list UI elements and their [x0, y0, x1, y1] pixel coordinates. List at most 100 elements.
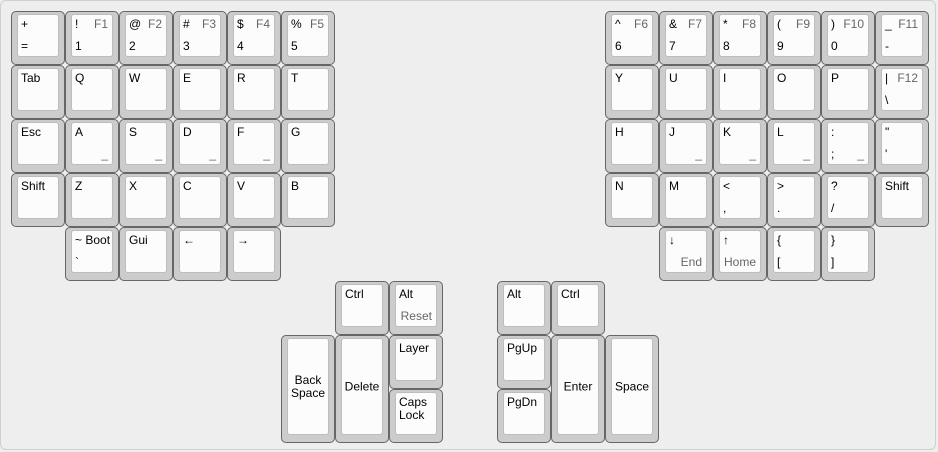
key-o[interactable]: O	[767, 65, 821, 119]
key-enter[interactable]: Enter	[551, 335, 605, 443]
key-tilde[interactable]: ~ Boot `	[65, 227, 119, 281]
key-label-tl: ↓	[669, 233, 675, 247]
key-e[interactable]: E	[173, 65, 227, 119]
key-label-tl: Shift	[885, 179, 910, 193]
key-label-bl: 0	[831, 39, 838, 53]
keycap: Shift	[881, 176, 923, 219]
key-label-tl: N	[615, 179, 624, 193]
key-label-tl: Alt	[507, 287, 522, 301]
key-1[interactable]: ! F1 1	[65, 11, 119, 65]
key-pgdn[interactable]: PgDn	[497, 389, 551, 443]
key-u[interactable]: U	[659, 65, 713, 119]
key-a[interactable]: A _	[65, 119, 119, 173]
keycap: K _	[719, 122, 761, 165]
key-label-br: Reset	[400, 309, 432, 323]
key-backspace[interactable]: Back Space	[281, 335, 335, 443]
key-plus[interactable]: + =	[11, 11, 65, 65]
key-d[interactable]: D _	[173, 119, 227, 173]
key-g[interactable]: G	[281, 119, 335, 173]
key-comma[interactable]: <,	[713, 173, 767, 227]
key-label-tlm: Layer	[399, 341, 430, 355]
keycap: B	[287, 176, 329, 219]
key-label-tl: M	[669, 179, 679, 193]
key-r[interactable]: R	[227, 65, 281, 119]
key-delete[interactable]: Delete	[335, 335, 389, 443]
key-alt-left[interactable]: Alt Reset	[389, 281, 443, 335]
key-label-tl: (	[777, 17, 781, 31]
key-x[interactable]: X	[119, 173, 173, 227]
key-minus[interactable]: _ F11-	[875, 11, 929, 65]
key-7[interactable]: & F7 7	[659, 11, 713, 65]
key-pgup[interactable]: PgUp	[497, 335, 551, 389]
key-9[interactable]: (F9 9	[767, 11, 821, 65]
keycap: :; _	[827, 122, 869, 165]
key-arrow-down[interactable]: ↓ End	[659, 227, 713, 281]
key-ctrl-left[interactable]: Ctrl	[335, 281, 389, 335]
key-2[interactable]: @ F2 2	[119, 11, 173, 65]
key-label-tl: Ctrl	[345, 287, 364, 301]
key-v[interactable]: V	[227, 173, 281, 227]
key-tab[interactable]: Tab	[11, 65, 65, 119]
key-i[interactable]: I	[713, 65, 767, 119]
key-slash[interactable]: ? /	[821, 173, 875, 227]
key-label-tl: &	[669, 17, 678, 31]
key-k[interactable]: K _	[713, 119, 767, 173]
key-w[interactable]: W	[119, 65, 173, 119]
keycap: ←	[179, 230, 221, 273]
key-z[interactable]: Z	[65, 173, 119, 227]
key-alt-right[interactable]: Alt	[497, 281, 551, 335]
key-f[interactable]: F _	[227, 119, 281, 173]
keycap: @ F2 2	[125, 14, 167, 57]
key-label-tr: F1	[93, 17, 108, 31]
key-space[interactable]: Space	[605, 335, 659, 443]
key-6[interactable]: ^ F6 6	[605, 11, 659, 65]
key-gui[interactable]: Gui	[119, 227, 173, 281]
key-esc[interactable]: Esc	[11, 119, 65, 173]
key-t[interactable]: T	[281, 65, 335, 119]
key-label-bl: 5	[291, 39, 298, 53]
key-label-tl: G	[291, 125, 301, 139]
key-c[interactable]: C	[173, 173, 227, 227]
key-m[interactable]: M	[659, 173, 713, 227]
key-arrow-left[interactable]: ←	[173, 227, 227, 281]
key-label-tl: F	[237, 125, 245, 139]
keycap: U	[665, 68, 707, 111]
key-j[interactable]: J _	[659, 119, 713, 173]
key-label-tr: F11	[898, 17, 918, 31]
key-q[interactable]: Q	[65, 65, 119, 119]
key-shift-left[interactable]: Shift	[11, 173, 65, 227]
key-shift-right[interactable]: Shift	[875, 173, 929, 227]
key-s[interactable]: S _	[119, 119, 173, 173]
key-b[interactable]: B	[281, 173, 335, 227]
keycap: PgDn	[503, 392, 545, 435]
key-bracket-right[interactable]: }]	[821, 227, 875, 281]
key-quote[interactable]: " '	[875, 119, 929, 173]
key-arrow-up[interactable]: ↑ Home	[713, 227, 767, 281]
key-capslock[interactable]: Caps Lock	[389, 389, 443, 443]
key-4[interactable]: $ F4 4	[227, 11, 281, 65]
keycap: Y	[611, 68, 653, 111]
key-8[interactable]: * F8 8	[713, 11, 767, 65]
key-n[interactable]: N	[605, 173, 659, 227]
key-period[interactable]: >.	[767, 173, 821, 227]
keycap: I	[719, 68, 761, 111]
key-pipe[interactable]: | F12 \	[875, 65, 929, 119]
key-p[interactable]: P	[821, 65, 875, 119]
key-ctrl-right[interactable]: Ctrl	[551, 281, 605, 335]
keycap: | F12 \	[881, 68, 923, 111]
key-5[interactable]: % F5 5	[281, 11, 335, 65]
key-h[interactable]: H	[605, 119, 659, 173]
key-label-tl: R	[237, 71, 246, 85]
keycap: L _	[773, 122, 815, 165]
key-bracket-left[interactable]: {[	[767, 227, 821, 281]
keycap: Esc	[17, 122, 59, 165]
key-0[interactable]: ) F10 0	[821, 11, 875, 65]
key-arrow-right[interactable]: →	[227, 227, 281, 281]
key-semicolon[interactable]: :; _	[821, 119, 875, 173]
key-l[interactable]: L _	[767, 119, 821, 173]
key-3[interactable]: # F3 3	[173, 11, 227, 65]
key-label-tl: V	[237, 179, 246, 193]
key-layer[interactable]: Layer	[389, 335, 443, 389]
key-label-tl: Q	[75, 71, 85, 85]
key-y[interactable]: Y	[605, 65, 659, 119]
